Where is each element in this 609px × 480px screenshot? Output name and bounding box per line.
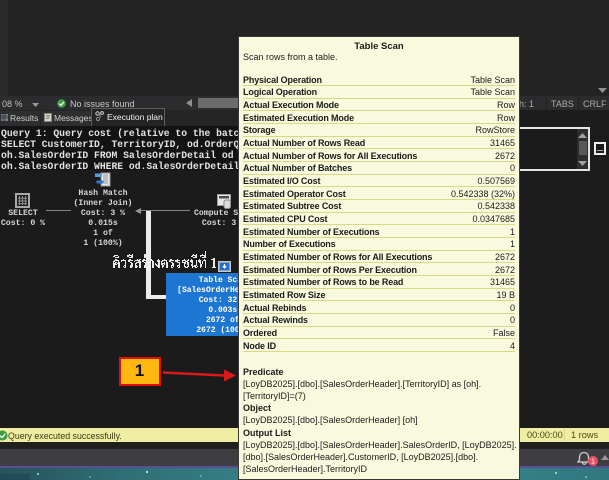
- svg-text:1: 1: [591, 456, 595, 465]
